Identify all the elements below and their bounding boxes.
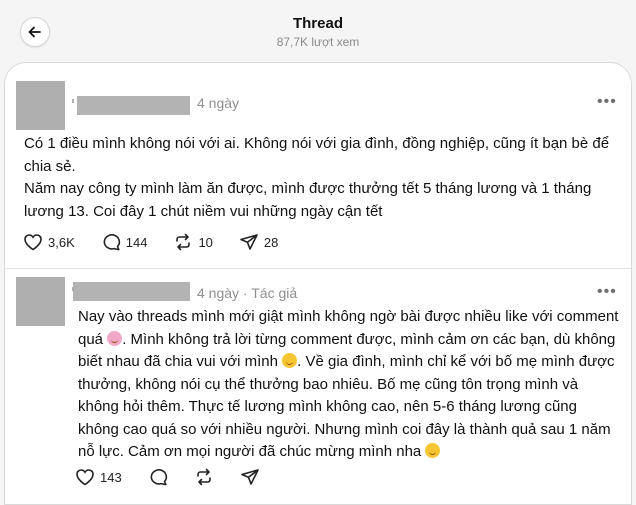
author-name-redacted[interactable]: [73, 282, 190, 301]
send-icon: [240, 234, 258, 250]
reply-text-part: . Mình không trả lời từng comment được, …: [122, 330, 616, 348]
reply-line-2: quá . Mình không trả lời từng comment đư…: [78, 329, 628, 352]
share-button[interactable]: [240, 468, 260, 486]
comment-bubble-icon: [150, 469, 167, 486]
thread-card: 4 ngày ••• Có 1 điều mình không nói với …: [4, 62, 632, 505]
send-icon: [240, 469, 259, 485]
view-count: 87,7K lượt xem: [276, 35, 360, 49]
like-count: 3,6K: [48, 234, 75, 250]
repost-icon: [176, 233, 191, 251]
comment-button[interactable]: [148, 468, 168, 486]
reply-text-part: biết nhau đã chia vui với mình: [78, 353, 278, 370]
repost-icon: [196, 468, 211, 486]
reply-line-last: nỗ lực. Cảm ơn mọi người đã chúc mừng mì…: [78, 441, 628, 464]
reply-line-3: biết nhau đã chia vui với mình . Về gia …: [78, 351, 628, 374]
reply-text: Nay vào threads mình mới giật mình không…: [78, 306, 628, 464]
share-count: 28: [263, 234, 279, 250]
smile-emoji-icon: [425, 443, 441, 458]
reply-line: không cao quá so với nhiều người. Nhưng …: [78, 420, 611, 438]
thread-header: Thread 87,7K lượt xem: [0, 0, 636, 62]
reply-line: thưởng, không nói cụ thể thưởng bao nhiê…: [78, 375, 579, 393]
reply-line: không hỏi thêm. Thực tế lương mình không…: [78, 398, 577, 415]
post-time: 4 ngày · Tác giả: [197, 285, 298, 301]
like-button[interactable]: 143: [75, 468, 122, 486]
comment-button[interactable]: 144: [101, 233, 148, 251]
reply-line: Nay vào threads mình mới giật mình không…: [78, 308, 619, 325]
reply-text-part: nỗ lực. Cảm ơn mọi người đã chúc mừng mì…: [78, 443, 422, 460]
repost-button[interactable]: 10: [173, 233, 213, 251]
reply-actions: 143: [75, 468, 286, 486]
more-options-button[interactable]: •••: [597, 283, 617, 301]
reply-text-part: quá: [78, 330, 104, 348]
comment-bubble-icon: [103, 234, 120, 251]
original-post: 4 ngày ••• Có 1 điều mình không nói với …: [5, 63, 631, 268]
author-name-redacted[interactable]: [77, 96, 190, 115]
like-count: 143: [100, 469, 122, 485]
reply-text-part: . Về gia đình, mình chỉ kể với bố mẹ mìn…: [297, 353, 615, 370]
heart-icon: [76, 469, 94, 486]
post-actions: 3,6K 144 10 28: [23, 233, 304, 251]
more-horizontal-icon: •••: [597, 283, 617, 300]
post-text: Có 1 điều mình không nói với ai. Không n…: [24, 135, 610, 220]
repost-count: 10: [198, 234, 213, 250]
page-title: Thread: [292, 15, 343, 32]
name-mark: [72, 99, 74, 103]
more-horizontal-icon: •••: [597, 93, 617, 110]
post-time: 4 ngày: [197, 95, 240, 111]
like-button[interactable]: 3,6K: [23, 233, 75, 251]
more-options-button[interactable]: •••: [597, 93, 617, 111]
post-time-value: 4 ngày: [197, 285, 240, 301]
avatar[interactable]: [16, 81, 65, 130]
author-tag: Tác giả: [251, 285, 298, 301]
avatar[interactable]: [16, 277, 65, 326]
crying-emoji-icon: [107, 330, 123, 346]
comment-count: 144: [125, 234, 148, 250]
repost-button[interactable]: [194, 468, 214, 486]
smile-emoji-icon: [282, 353, 298, 368]
author-reply: 4 ngày · Tác giả ••• Nay vào threads mìn…: [5, 269, 631, 504]
heart-icon: [24, 234, 42, 251]
share-button[interactable]: 28: [239, 233, 278, 251]
